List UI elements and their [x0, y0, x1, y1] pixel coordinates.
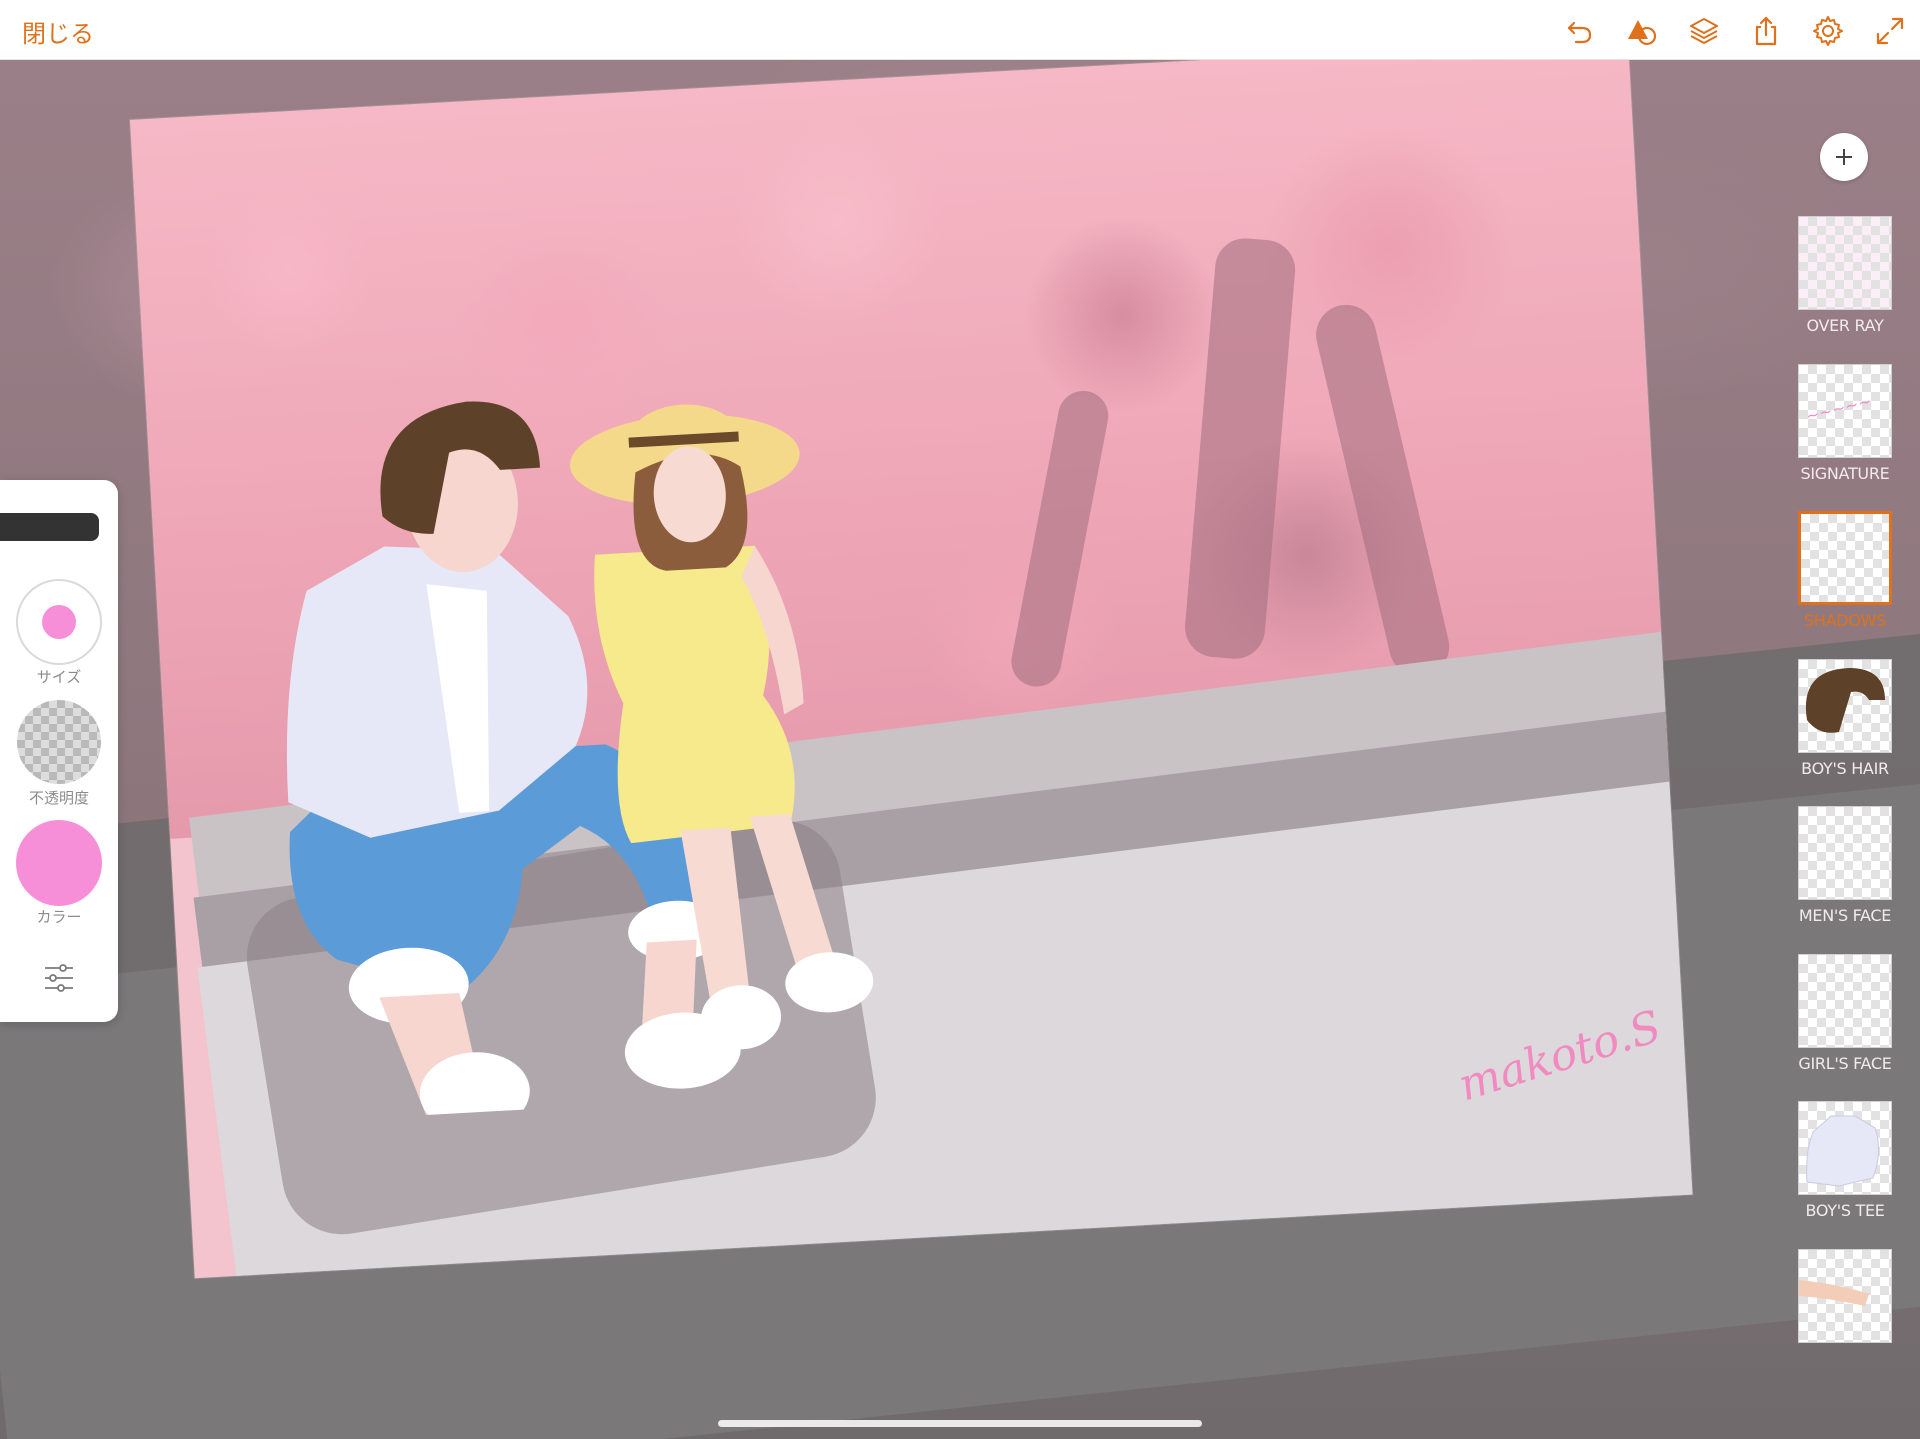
layer-over-ray[interactable]: OVER RAY: [1797, 216, 1893, 335]
color-label: カラー: [36, 908, 82, 926]
brush-opacity-control[interactable]: [17, 700, 101, 784]
layer-thumbnail: [1798, 954, 1892, 1048]
signature-thumbnail-mark: ~~~~~: [1803, 391, 1874, 426]
layer-thumbnail: [1798, 216, 1892, 310]
layer-name: SHADOWS: [1804, 611, 1886, 630]
top-toolbar: 閉じる: [0, 0, 1920, 60]
layer-boys-tee[interactable]: BOY'S TEE: [1797, 1101, 1893, 1220]
fullscreen-icon[interactable]: [1869, 10, 1910, 51]
layer-girls-face[interactable]: GIRL'S FACE: [1797, 954, 1893, 1073]
layer-thumbnail: [1798, 511, 1892, 605]
layer-name: GIRL'S FACE: [1798, 1054, 1892, 1073]
layer-thumbnail: ~~~~~: [1798, 364, 1892, 458]
layer-name: MEN'S FACE: [1798, 906, 1892, 925]
brush-tool-panel: サイズ 不透明度 カラー: [0, 480, 118, 1022]
plus-icon: [1836, 149, 1852, 165]
close-button[interactable]: 閉じる: [22, 14, 94, 49]
layer-thumbnail: [1798, 1101, 1892, 1195]
brush-type-selector[interactable]: [0, 513, 99, 541]
layer-shadows[interactable]: SHADOWS: [1797, 511, 1893, 630]
layer-thumbnail: [1798, 1249, 1892, 1343]
artboard[interactable]: makoto.S: [130, 36, 1693, 1279]
brush-size-preview: [42, 605, 76, 639]
toolbar-icons: [1559, 10, 1910, 51]
layer-signature[interactable]: ~~~~~ SIGNATURE: [1797, 364, 1893, 483]
hair-thumbnail-icon: [1805, 668, 1885, 733]
size-label: サイズ: [36, 668, 82, 686]
layer-name: BOY'S HAIR: [1801, 759, 1889, 778]
settings-icon[interactable]: [1807, 10, 1848, 51]
undo-icon[interactable]: [1559, 10, 1600, 51]
brush-size-control[interactable]: [16, 579, 102, 665]
home-indicator[interactable]: [718, 1420, 1202, 1427]
brush-settings-icon[interactable]: [41, 960, 77, 996]
layers-icon[interactable]: [1683, 10, 1724, 51]
layer-mens-face[interactable]: MEN'S FACE: [1797, 806, 1893, 925]
layer-thumbnail: [1798, 659, 1892, 753]
add-layer-button[interactable]: [1820, 133, 1868, 181]
couple-illustration: [286, 401, 874, 1124]
layer-name: OVER RAY: [1806, 316, 1884, 335]
shape-icon[interactable]: [1621, 10, 1662, 51]
arm-thumbnail-icon: [1799, 1280, 1869, 1306]
share-icon[interactable]: [1745, 10, 1786, 51]
layer-thumbnail: [1798, 806, 1892, 900]
layer-unnamed[interactable]: [1797, 1249, 1893, 1349]
layer-name: SIGNATURE: [1800, 464, 1890, 483]
shirt-thumbnail-icon: [1806, 1115, 1879, 1187]
layer-name: BOY'S TEE: [1805, 1201, 1885, 1220]
layer-boys-hair[interactable]: BOY'S HAIR: [1797, 659, 1893, 778]
brush-color-control[interactable]: [16, 820, 102, 906]
opacity-label: 不透明度: [28, 789, 89, 807]
